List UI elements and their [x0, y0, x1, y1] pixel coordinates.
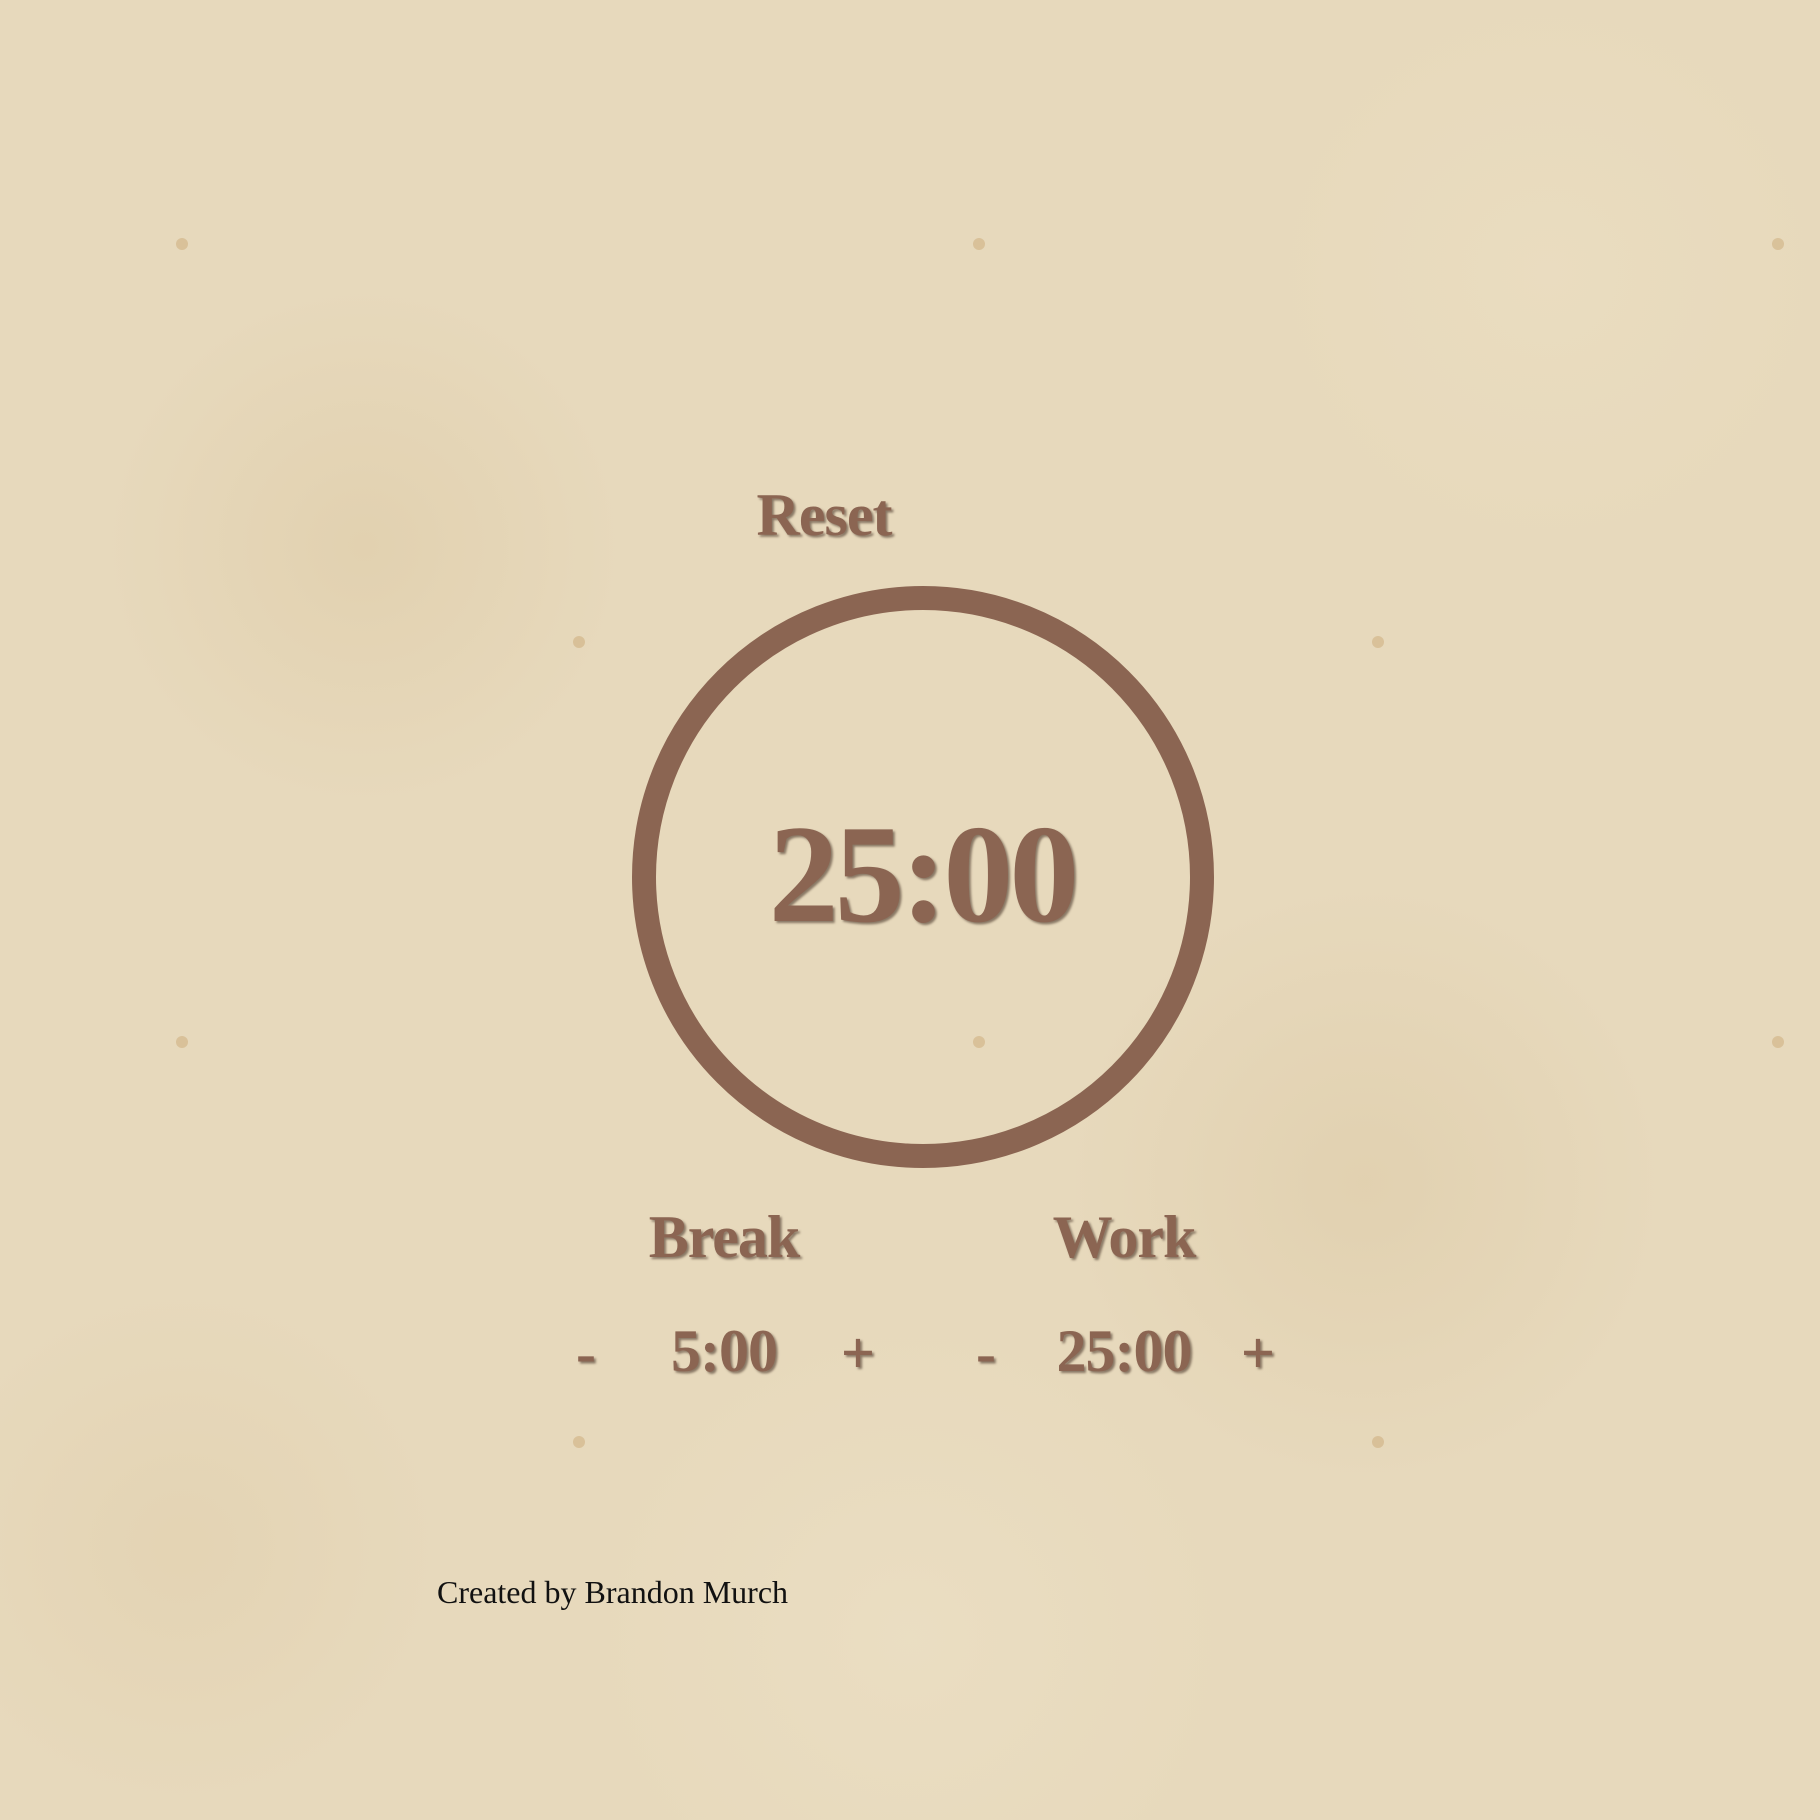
paper-speck [573, 1436, 585, 1448]
paper-speck [1772, 238, 1784, 250]
reset-button[interactable]: Reset [724, 480, 924, 550]
paper-speck [1372, 636, 1384, 648]
paper-speck [1772, 1036, 1784, 1048]
break-increment-button[interactable]: + [828, 1318, 888, 1388]
work-length-value: 25:00 [1056, 1318, 1193, 1384]
break-label: Break [648, 1204, 801, 1270]
break-length-value: 5:00 [671, 1318, 778, 1384]
footer-credit: Created by Brandon Murch [437, 1574, 789, 1610]
work-label: Work [1052, 1204, 1197, 1270]
break-decrement-button[interactable]: - [556, 1318, 616, 1388]
work-decrement-button[interactable]: - [956, 1318, 1016, 1388]
paper-speck [176, 1036, 188, 1048]
paper-speck [176, 238, 188, 250]
work-increment-button[interactable]: + [1228, 1318, 1288, 1388]
paper-speck [973, 238, 985, 250]
paper-speck [1372, 1436, 1384, 1448]
timer-display[interactable]: 25:00 [672, 800, 1172, 950]
paper-speck [573, 636, 585, 648]
